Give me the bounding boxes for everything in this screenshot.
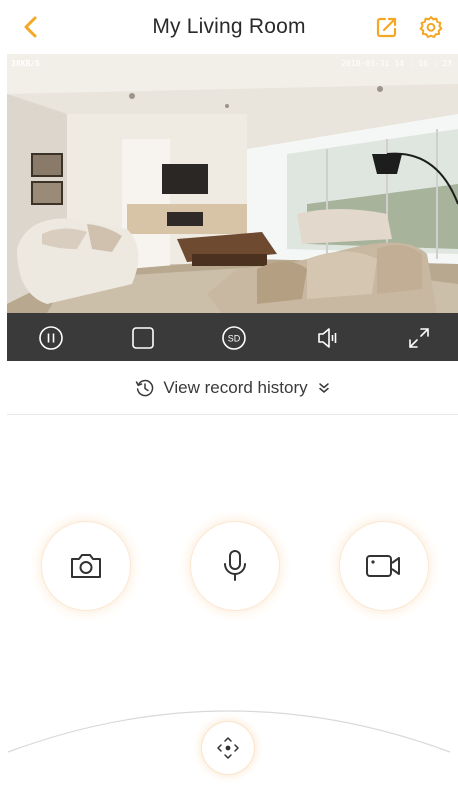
video-timestamp: 2018-03-31 14 : 16 : 23 <box>341 59 452 68</box>
stop-square-icon <box>132 327 154 349</box>
chevron-left-icon <box>24 16 37 38</box>
history-clock-icon <box>136 379 154 396</box>
speaker-button[interactable] <box>314 325 340 351</box>
header: My Living Room <box>0 0 458 54</box>
quality-label: SD <box>228 334 241 344</box>
direction-pad-icon <box>217 737 239 759</box>
speaker-icon <box>318 328 337 348</box>
view-record-history-button[interactable]: View record history <box>7 361 458 415</box>
microphone-icon <box>224 550 246 581</box>
video-control-bar: SD <box>7 313 458 361</box>
snapshot-button[interactable] <box>42 522 130 610</box>
record-video-button[interactable] <box>340 522 428 610</box>
fullscreen-button[interactable] <box>406 325 432 351</box>
quality-button[interactable]: SD <box>221 325 247 351</box>
settings-button[interactable] <box>414 10 448 44</box>
share-button[interactable] <box>370 10 404 44</box>
video-record-icon <box>366 555 400 577</box>
page-title: My Living Room <box>152 15 306 38</box>
pause-icon <box>39 326 63 350</box>
camera-icon <box>71 554 101 578</box>
pause-button[interactable] <box>38 325 64 351</box>
double-chevron-down-icon <box>318 382 329 393</box>
gear-icon <box>419 16 443 38</box>
share-icon <box>376 17 397 38</box>
bitrate-label: 38KB/S <box>11 59 40 68</box>
talk-button[interactable] <box>191 522 279 610</box>
living-room-image <box>7 54 458 313</box>
fullscreen-icon <box>409 328 429 348</box>
back-button[interactable] <box>14 10 48 44</box>
live-video[interactable]: 38KB/S 2018-03-31 14 : 16 : 23 <box>7 54 458 313</box>
sd-quality-icon: SD <box>222 326 246 350</box>
stop-button[interactable] <box>130 325 156 351</box>
record-history-label: View record history <box>163 377 308 397</box>
ptz-direction-button[interactable] <box>202 722 254 774</box>
